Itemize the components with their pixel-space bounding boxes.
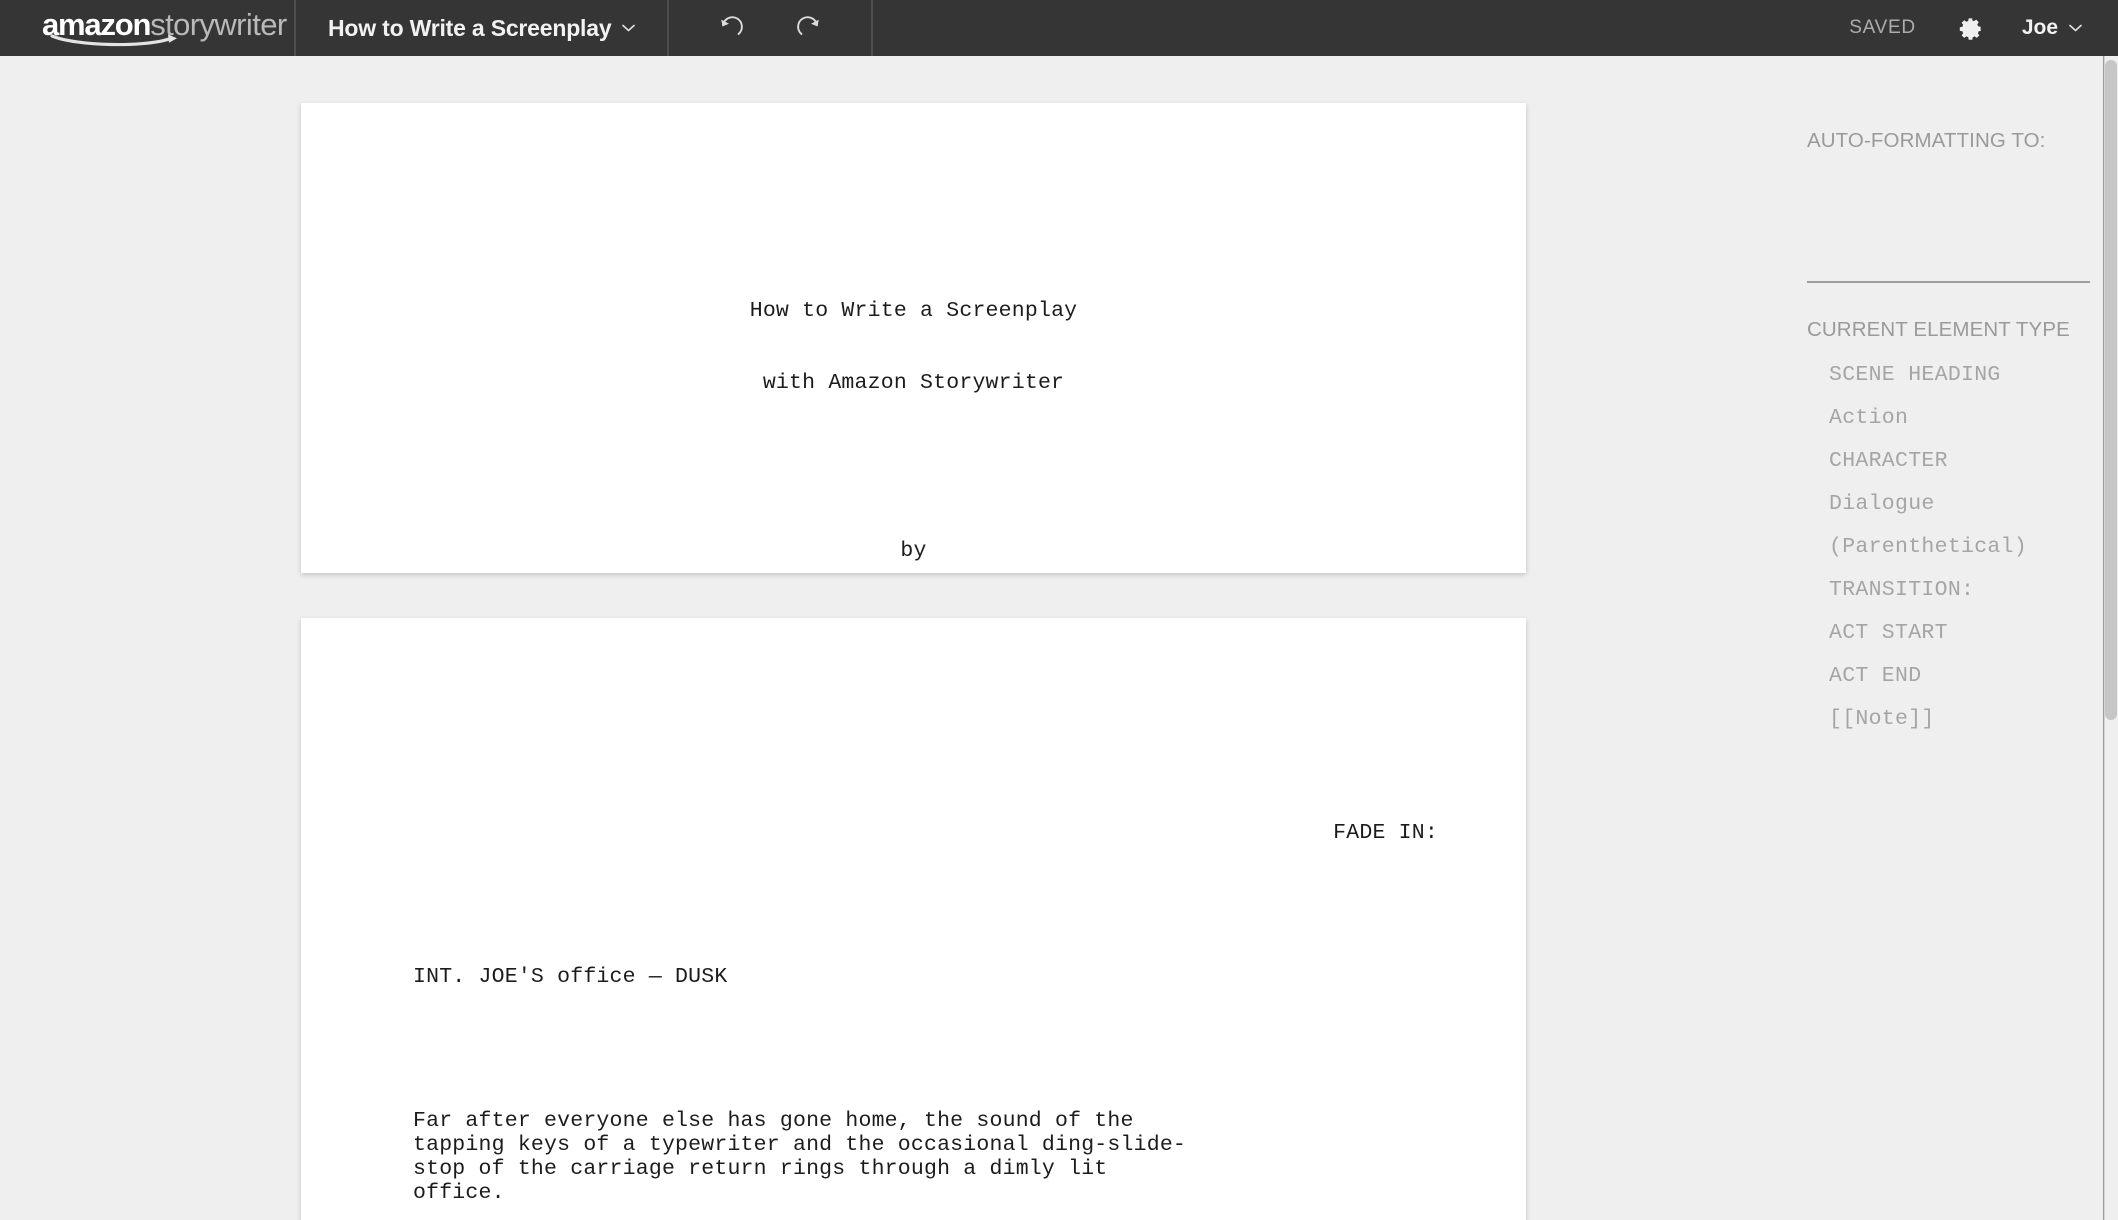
header-spacer xyxy=(873,0,1849,56)
transition-fade-in[interactable]: FADE IN: xyxy=(301,821,1526,845)
header-right-group: SAVED Joe xyxy=(1849,0,2118,56)
undo-arrow-icon xyxy=(714,12,746,44)
element-type-act-start[interactable]: ACT START xyxy=(1807,611,2090,654)
element-type-transition[interactable]: TRANSITION: xyxy=(1807,568,2090,611)
script-page-1[interactable]: FADE IN: INT. JOE'S office — DUSK Far af… xyxy=(301,618,1526,1220)
app-header: amazonstorywriter How to Write a Screenp… xyxy=(0,0,2118,56)
element-type-parenthetical[interactable]: (Parenthetical) xyxy=(1807,525,2090,568)
element-type-dialogue[interactable]: Dialogue xyxy=(1807,482,2090,525)
history-controls xyxy=(669,0,874,56)
editor-scroll-area[interactable]: How to Write a Screenplay with Amazon St… xyxy=(0,56,2090,1220)
amazon-smile-swoosh-icon xyxy=(50,33,186,47)
element-type-scene-heading[interactable]: SCENE HEADING xyxy=(1807,353,2090,396)
action-paragraph[interactable]: Far after everyone else has gone home, t… xyxy=(301,1109,1526,1205)
document-title-dropdown[interactable]: How to Write a Screenplay xyxy=(296,0,670,56)
screenplay-title-line-2[interactable]: with Amazon Storywriter xyxy=(301,371,1526,395)
redo-button[interactable] xyxy=(793,11,827,45)
element-type-act-end[interactable]: ACT END xyxy=(1807,654,2090,697)
sidebar-divider xyxy=(1807,281,2090,283)
user-name: Joe xyxy=(2021,16,2058,39)
auto-formatting-label: AUTO-FORMATTING TO: xyxy=(1807,129,2046,152)
vertical-scrollbar-thumb[interactable] xyxy=(2105,60,2117,720)
title-page[interactable]: How to Write a Screenplay with Amazon St… xyxy=(301,103,1526,725)
chevron-down-icon xyxy=(622,24,636,32)
screenplay-title-line-1[interactable]: How to Write a Screenplay xyxy=(301,299,1526,323)
save-status: SAVED xyxy=(1849,17,1916,38)
element-type-action[interactable]: Action xyxy=(1807,396,2090,439)
scene-heading[interactable]: INT. JOE'S office — DUSK xyxy=(301,965,1526,989)
chevron-down-icon xyxy=(2069,24,2082,32)
formatting-sidebar: AUTO-FORMATTING TO: CURRENT ELEMENT TYPE… xyxy=(1790,56,2090,1220)
element-type-list: SCENE HEADING Action CHARACTER Dialogue … xyxy=(1807,353,2090,740)
script-page-content: FADE IN: INT. JOE'S office — DUSK Far af… xyxy=(301,618,1526,1220)
settings-button[interactable] xyxy=(1954,11,1988,45)
user-menu[interactable]: Joe xyxy=(2022,16,2082,40)
brand-logo[interactable]: amazonstorywriter xyxy=(0,0,296,56)
current-element-type-label: CURRENT ELEMENT TYPE xyxy=(1807,318,2070,341)
element-type-character[interactable]: CHARACTER xyxy=(1807,439,2090,482)
undo-button[interactable] xyxy=(713,11,747,45)
screenplay-by-label[interactable]: by xyxy=(301,539,1526,563)
document-title: How to Write a Screenplay xyxy=(328,14,612,41)
element-type-note[interactable]: [[Note]] xyxy=(1807,697,2090,740)
redo-arrow-icon xyxy=(794,12,826,44)
gear-icon xyxy=(1957,15,1984,42)
title-gap xyxy=(301,443,1526,491)
